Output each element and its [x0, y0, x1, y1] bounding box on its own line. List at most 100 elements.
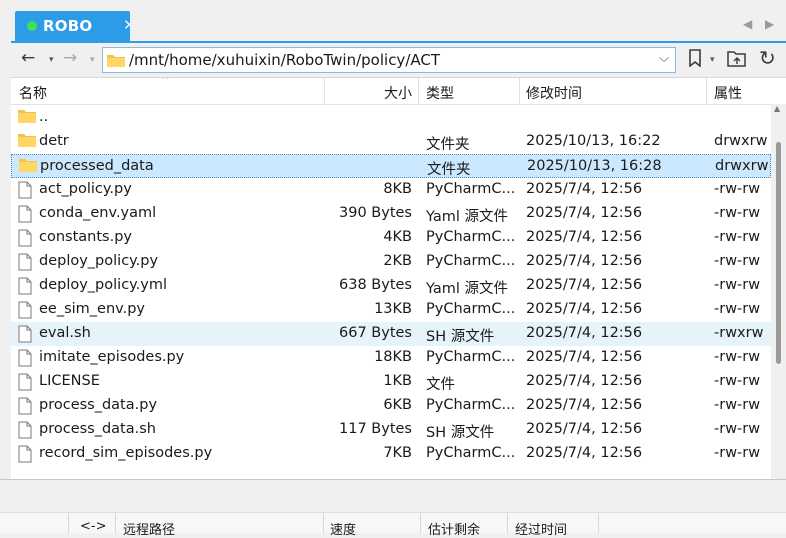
column-divider[interactable] — [519, 78, 520, 104]
tab-robo[interactable]: ROBO ✕ — [15, 11, 136, 41]
file-name: .. — [39, 109, 49, 125]
file-row[interactable]: processed_data 文件夹 2025/10/13, 16:28 drwxrw — [11, 154, 771, 178]
file-modified: 2025/7/4, 12:56 — [526, 277, 643, 293]
transfer-column-speed[interactable]: 速度 — [330, 519, 356, 538]
navigation-toolbar: ← ▾ → ▾ /mnt/home/xuhuixin/RoboTwin/poli… — [11, 43, 786, 77]
tab-next-icon[interactable]: ▶ — [765, 17, 774, 31]
scroll-up-icon[interactable]: ▲ — [774, 104, 780, 113]
file-type: Yaml 源文件 — [426, 281, 509, 297]
file-icon — [18, 253, 32, 275]
tab-prev-icon[interactable]: ◀ — [743, 17, 752, 31]
file-size: 6KB — [383, 397, 412, 413]
column-divider[interactable] — [418, 78, 419, 104]
close-icon[interactable]: ✕ — [123, 16, 136, 34]
file-size: 638 Bytes — [339, 277, 412, 293]
tab-title: ROBO — [43, 17, 93, 35]
folder-icon — [18, 109, 36, 127]
file-row[interactable]: deploy_policy.yml 638 Bytes Yaml 源文件 2025/7… — [11, 274, 771, 298]
file-type: PyCharmC... — [426, 253, 516, 269]
file-icon — [18, 229, 32, 251]
forward-arrow-icon[interactable]: → — [63, 48, 77, 68]
file-modified: 2025/7/4, 12:56 — [526, 181, 643, 197]
column-header-type[interactable]: 类型 — [426, 83, 454, 103]
back-arrow-icon[interactable]: ← — [21, 48, 35, 68]
file-row[interactable]: eval.sh 667 Bytes SH 源文件 2025/7/4, 12:56 -rw… — [11, 322, 771, 346]
bookmark-icon[interactable] — [688, 49, 702, 72]
file-name: constants.py — [39, 229, 132, 245]
file-modified: 2025/7/4, 12:56 — [526, 325, 643, 341]
file-row[interactable]: .. — [11, 106, 771, 130]
file-modified: 2025/7/4, 12:56 — [526, 445, 643, 461]
file-row[interactable]: conda_env.yaml 390 Bytes Yaml 源文件 2025/7/4,… — [11, 202, 771, 226]
remote-file-pane: ← ▾ → ▾ /mnt/home/xuhuixin/RoboTwin/poli… — [11, 41, 786, 482]
forward-history-dropdown-icon[interactable]: ▾ — [90, 55, 95, 65]
column-header-modified[interactable]: 修改时间 — [526, 83, 582, 103]
file-size: 390 Bytes — [339, 205, 412, 221]
file-size: 667 Bytes — [339, 325, 412, 341]
file-attributes: -rw-rw — [714, 301, 761, 317]
back-history-dropdown-icon[interactable]: ▾ — [49, 55, 54, 65]
column-divider[interactable] — [324, 78, 325, 104]
file-size: 2KB — [383, 253, 412, 269]
file-name: process_data.py — [39, 397, 158, 413]
folder-icon — [107, 53, 125, 71]
file-attributes: -rw-rw — [714, 253, 761, 269]
file-name: ee_sim_env.py — [39, 301, 146, 317]
file-name: record_sim_episodes.py — [39, 445, 213, 461]
file-row[interactable]: imitate_episodes.py 18KB PyCharmC... 2025/7… — [11, 346, 771, 370]
column-header-size[interactable]: 大小 — [384, 83, 412, 103]
file-name: deploy_policy.yml — [39, 277, 168, 293]
vertical-scrollbar[interactable]: ▲ — [771, 104, 786, 482]
column-header-attributes[interactable]: 属性 — [714, 83, 742, 103]
sync-browse-icon[interactable] — [727, 49, 747, 72]
transfer-column-remote-path[interactable]: 远程路径 — [123, 519, 175, 538]
path-text: /mnt/home/xuhuixin/RoboTwin/policy/ACT — [129, 51, 441, 69]
transfer-column-elapsed[interactable]: 经过时间 — [515, 519, 567, 538]
file-attributes: -rw-rw — [714, 181, 761, 197]
file-size: 7KB — [383, 445, 412, 461]
file-icon — [18, 205, 32, 227]
file-row[interactable]: process_data.sh 117 Bytes SH 源文件 2025/7/4, … — [11, 418, 771, 442]
file-modified: 2025/7/4, 12:56 — [526, 397, 643, 413]
vertical-scroll-thumb[interactable] — [776, 142, 781, 364]
path-dropdown-icon[interactable]: ⌵ — [659, 51, 669, 66]
folder-icon — [18, 133, 36, 151]
transfer-column-direction[interactable]: <-> — [80, 519, 106, 534]
refresh-icon[interactable]: ↻ — [759, 46, 776, 70]
file-row[interactable]: record_sim_episodes.py 7KB PyCharmC... 2025… — [11, 442, 771, 466]
file-name: LICENSE — [39, 373, 100, 389]
file-attributes: drwxrw — [714, 133, 768, 149]
column-header-name[interactable]: 名称 — [19, 83, 47, 103]
file-type: Yaml 源文件 — [426, 209, 509, 225]
folder-icon — [19, 158, 37, 176]
file-type: SH 源文件 — [426, 425, 495, 441]
file-row[interactable]: deploy_policy.py 2KB PyCharmC... 2025/7/4, … — [11, 250, 771, 274]
file-type: 文件夹 — [427, 162, 471, 178]
file-icon — [18, 325, 32, 347]
transfer-column-remaining[interactable]: 估计剩余 — [428, 519, 480, 538]
file-type: PyCharmC... — [426, 349, 516, 365]
file-modified: 2025/10/13, 16:28 — [527, 158, 662, 174]
bookmark-dropdown-icon[interactable]: ▾ — [710, 55, 715, 65]
file-row[interactable]: ee_sim_env.py 13KB PyCharmC... 2025/7/4, 12… — [11, 298, 771, 322]
file-row[interactable]: act_policy.py 8KB PyCharmC... 2025/7/4, 12:… — [11, 178, 771, 202]
column-divider — [420, 513, 421, 533]
path-input[interactable]: /mnt/home/xuhuixin/RoboTwin/policy/ACT ⌵ — [102, 47, 676, 73]
file-row[interactable]: LICENSE 1KB 文件 2025/7/4, 12:56 -rw-rw — [11, 370, 771, 394]
transfer-queue-header: <-> 远程路径 速度 估计剩余 经过时间 — [0, 512, 786, 538]
file-type: PyCharmC... — [426, 397, 516, 413]
file-row[interactable]: process_data.py 6KB PyCharmC... 2025/7/4, 1… — [11, 394, 771, 418]
file-size: 13KB — [374, 301, 412, 317]
file-attributes: -rw-rw — [714, 229, 761, 245]
file-row[interactable]: constants.py 4KB PyCharmC... 2025/7/4, 12:5… — [11, 226, 771, 250]
column-divider[interactable] — [706, 78, 707, 104]
file-attributes: -rw-rw — [714, 373, 761, 389]
file-type: SH 源文件 — [426, 329, 495, 345]
file-icon — [18, 277, 32, 299]
file-icon — [18, 181, 32, 203]
column-divider — [68, 513, 69, 533]
file-attributes: -rw-rw — [714, 421, 761, 437]
file-icon — [18, 349, 32, 371]
file-row[interactable]: detr 文件夹 2025/10/13, 16:22 drwxrw — [11, 130, 771, 154]
file-name: imitate_episodes.py — [39, 349, 185, 365]
